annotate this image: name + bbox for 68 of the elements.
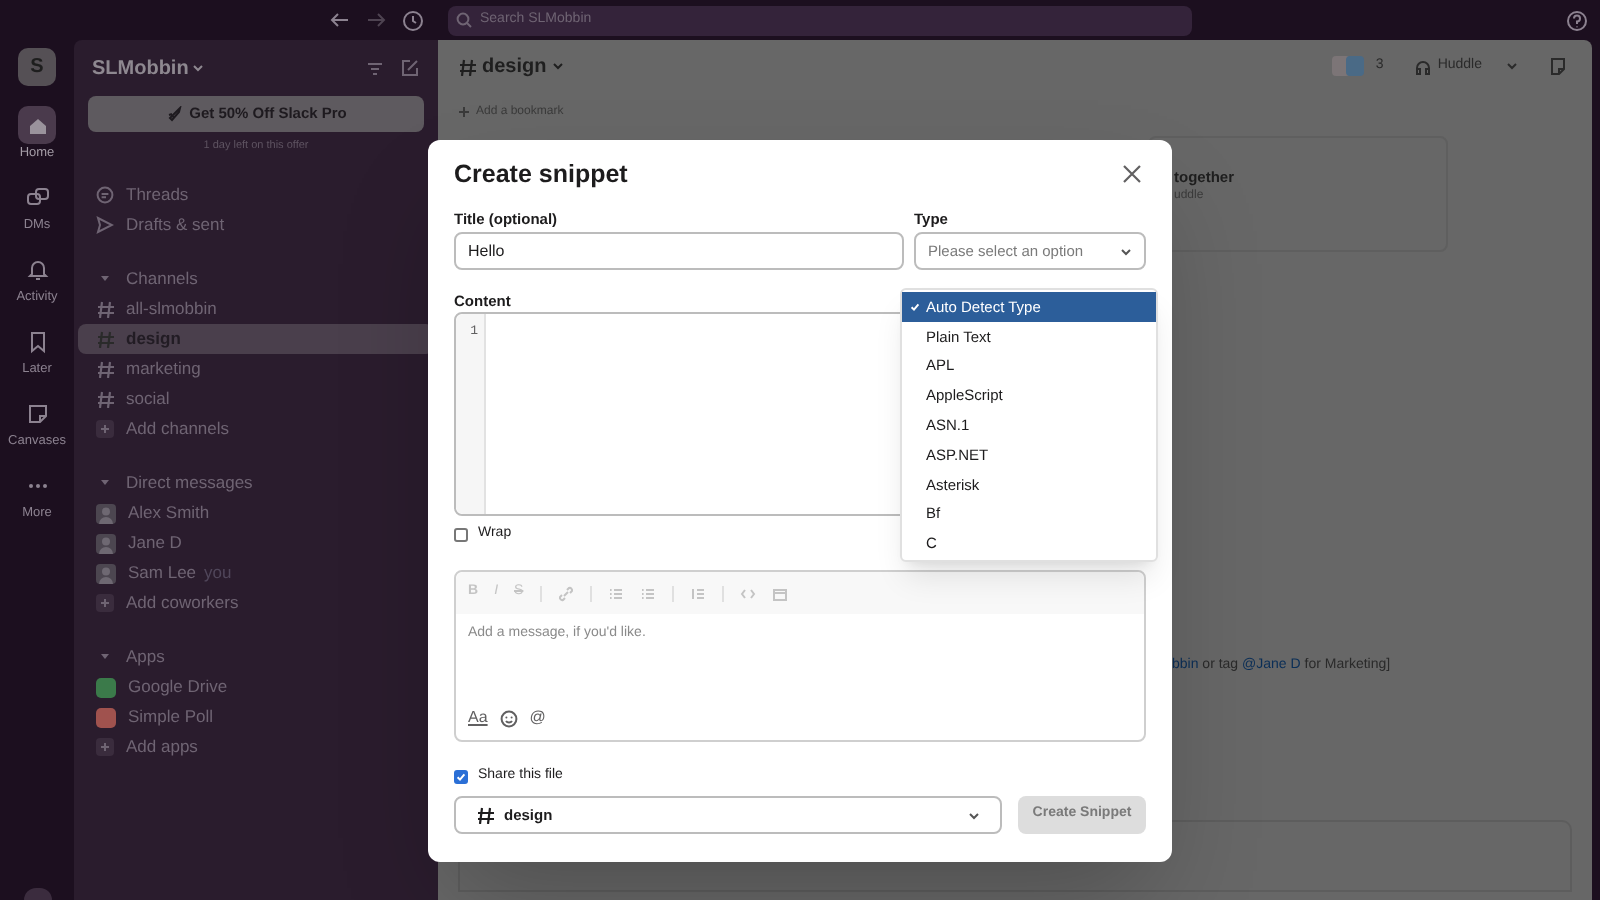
section-header[interactable]: Direct messages — [126, 470, 253, 497]
link-icon[interactable] — [557, 585, 574, 601]
sidebar-item[interactable]: Google Drive — [128, 674, 228, 701]
plus-icon — [96, 420, 114, 439]
back-icon[interactable] — [330, 10, 350, 30]
code-icon[interactable] — [739, 585, 756, 601]
caret-icon — [1120, 245, 1132, 257]
plus-icon — [458, 106, 470, 118]
avatar-icon — [96, 503, 116, 524]
plus-icon — [96, 594, 114, 613]
chat-bubbles-icon — [25, 185, 49, 209]
hash-icon — [476, 806, 494, 824]
workspace-name[interactable]: SLMobbin — [92, 53, 189, 83]
channel-title[interactable]: design — [482, 51, 547, 81]
search-icon — [456, 12, 472, 28]
sidebar-item[interactable]: all-slmobbin — [126, 296, 217, 323]
bulleted-list-icon[interactable] — [639, 585, 656, 601]
sidebar-item[interactable]: Add coworkers — [126, 590, 239, 617]
hash-icon — [96, 300, 114, 319]
sidebar-item[interactable]: Alex Smith — [128, 500, 210, 527]
caret-icon — [192, 62, 205, 74]
avatar-icon — [96, 563, 116, 584]
code-block-icon[interactable] — [771, 585, 788, 601]
send-icon — [96, 216, 114, 235]
sidebar-item[interactable]: Jane D — [128, 530, 182, 557]
hash-icon — [96, 330, 114, 349]
mention-button[interactable]: @ — [529, 706, 546, 730]
caret-icon — [968, 809, 980, 821]
sidebar-item[interactable]: social — [126, 386, 170, 413]
dialog-title: Create snippet — [454, 157, 628, 192]
checkmark-icon — [456, 772, 466, 782]
checkmark-icon — [910, 301, 920, 312]
bell-icon — [25, 257, 49, 281]
close-icon[interactable] — [1122, 164, 1142, 184]
sidebar-item[interactable]: Add apps — [126, 734, 198, 761]
hash-icon — [458, 57, 476, 75]
sidebar-item[interactable]: marketing — [126, 356, 201, 383]
history-icon[interactable] — [402, 9, 424, 31]
caret-icon — [552, 60, 565, 72]
sidebar-link[interactable]: Threads — [126, 182, 189, 209]
thread-icon — [96, 186, 114, 205]
quote-icon[interactable] — [689, 585, 706, 601]
headphones-icon — [1413, 57, 1432, 75]
canvas-icon[interactable] — [1548, 56, 1568, 76]
title-field[interactable]: Hello — [454, 232, 904, 270]
hash-icon — [96, 360, 114, 379]
checkbox[interactable] — [454, 528, 468, 542]
filter-icon[interactable] — [366, 59, 384, 77]
compose-icon[interactable] — [400, 58, 420, 78]
rail-button[interactable] — [18, 106, 56, 144]
sidebar-item[interactable]: Sam Lee — [128, 560, 197, 587]
bookmark-icon — [25, 329, 49, 353]
emoji-icon[interactable] — [499, 709, 518, 727]
sidebar-link[interactable]: Drafts & sent — [126, 212, 225, 239]
numbered-list-icon[interactable] — [607, 585, 624, 601]
help-icon[interactable] — [1566, 9, 1588, 31]
sidebar-item[interactable]: Add channels — [126, 416, 230, 443]
house-icon — [25, 113, 49, 137]
hash-icon — [96, 390, 114, 409]
section-header[interactable]: Apps — [126, 644, 165, 671]
text-style-button[interactable]: Aa — [468, 706, 488, 730]
plus-icon — [96, 738, 114, 757]
avatar-icon — [96, 533, 116, 554]
forward-icon[interactable] — [366, 10, 386, 30]
caret-icon[interactable] — [1506, 60, 1518, 72]
section-header[interactable]: Channels — [126, 266, 198, 293]
note-icon — [25, 401, 49, 425]
sidebar-item[interactable]: Simple Poll — [128, 704, 214, 731]
